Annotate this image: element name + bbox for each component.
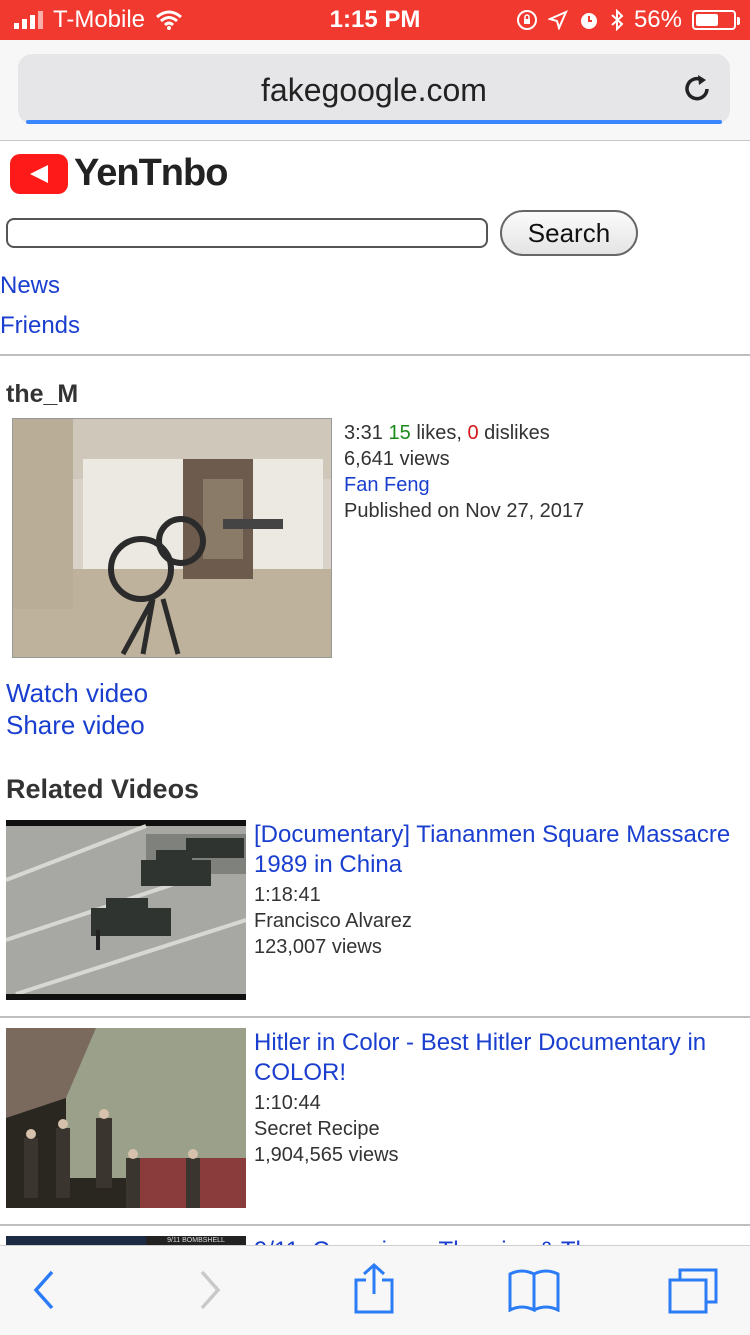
related-video-thumbnail[interactable]: 9/11 BOMBSHELL (6, 1236, 246, 1245)
video-meta: 3:31 15 likes, 0 dislikes 6,641 views Fa… (344, 420, 584, 524)
video-stats: 3:31 15 likes, 0 dislikes (344, 420, 584, 446)
related-video-thumbnail-image (6, 1028, 246, 1208)
related-video-item[interactable]: 9/11 BOMBSHELL 9/11: Conspiracy Theories… (0, 1236, 750, 1245)
section-divider (0, 354, 750, 356)
related-video-views: 123,007 views (254, 936, 382, 958)
video-published-date: Published on Nov 27, 2017 (344, 500, 585, 522)
nav-link-friends[interactable]: Friends (0, 312, 80, 340)
related-video-duration: 1:10:44 (254, 1092, 321, 1114)
logo-text: YenTnbo (74, 152, 228, 194)
related-divider (0, 1016, 750, 1018)
reload-icon[interactable] (680, 72, 714, 106)
browser-toolbar (0, 1245, 750, 1335)
related-video-views: 1,904,565 views (254, 1144, 399, 1166)
related-video-title[interactable]: Hitler in Color - Best Hitler Documentar… (254, 1028, 744, 1088)
related-video-info: 1:10:44 Secret Recipe 1,904,565 views (254, 1090, 399, 1168)
search-input[interactable] (6, 218, 488, 248)
related-video-duration: 1:18:41 (254, 884, 321, 906)
address-bar[interactable]: fakegoogle.com (18, 54, 730, 124)
nav-link-news[interactable]: News (0, 272, 60, 300)
forward-icon[interactable] (198, 1268, 224, 1312)
battery-icon (692, 10, 740, 30)
bookmarks-icon[interactable] (506, 1268, 562, 1312)
video-thumbnail[interactable] (12, 418, 332, 658)
alarm-icon (580, 13, 597, 29)
likes-count: 15 (388, 422, 411, 444)
back-icon[interactable] (30, 1268, 56, 1312)
channel-name: the_M (6, 380, 79, 408)
orientation-lock-icon (516, 10, 537, 30)
related-video-thumbnail[interactable] (6, 820, 246, 1000)
share-icon[interactable] (352, 1262, 396, 1316)
bluetooth-icon (611, 9, 624, 31)
related-video-title[interactable]: [Documentary] Tiananmen Square Massacre … (254, 820, 744, 880)
related-video-thumbnail-image (6, 820, 246, 1000)
search-button[interactable]: Search (500, 210, 638, 256)
status-bar: T-Mobile 1:15 PM 56% (0, 0, 750, 40)
video-duration: 3:31 (344, 422, 383, 444)
video-author-link[interactable]: Fan Feng (344, 472, 584, 498)
dislikes-label: dislikes (484, 422, 550, 444)
site-logo[interactable]: YenTnbo (10, 152, 228, 195)
video-thumbnail-image (13, 419, 331, 657)
related-video-author: Secret Recipe (254, 1118, 380, 1140)
related-divider (0, 1224, 750, 1226)
related-video-info: 1:18:41 Francisco Alvarez 123,007 views (254, 882, 412, 960)
watch-video-link[interactable]: Watch video (6, 678, 148, 709)
related-video-thumbnail[interactable] (6, 1028, 246, 1208)
url-text[interactable]: fakegoogle.com (18, 72, 730, 109)
related-video-author: Francisco Alvarez (254, 910, 412, 932)
play-logo-icon (10, 153, 68, 194)
video-views: 6,641 views (344, 448, 450, 470)
page-load-progress (26, 120, 722, 124)
location-icon (547, 10, 568, 30)
related-video-title[interactable]: 9/11: Conspiracy Theories & The... (254, 1236, 744, 1245)
likes-label: likes, (416, 422, 462, 444)
browser-address-area: fakegoogle.com (0, 40, 750, 141)
tabs-icon[interactable] (666, 1268, 720, 1316)
related-videos-heading: Related Videos (6, 774, 200, 804)
related-video-thumb-caption: 9/11 BOMBSHELL (146, 1236, 246, 1245)
battery-percent: 56% (633, 6, 682, 33)
share-video-link[interactable]: Share video (6, 710, 145, 741)
dislikes-count: 0 (467, 422, 479, 444)
